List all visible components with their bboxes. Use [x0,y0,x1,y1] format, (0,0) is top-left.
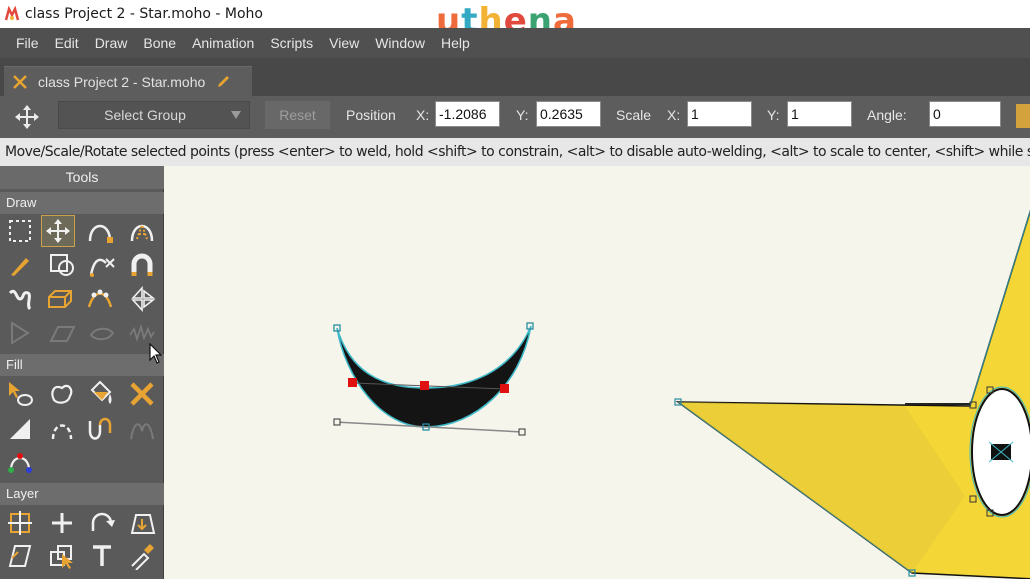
reset-button[interactable]: Reset [265,101,330,129]
perspective-h-icon[interactable] [45,317,79,349]
curve-exposure-icon[interactable] [125,413,159,445]
window-title: class Project 2 - Star.moho - Moho [25,6,263,22]
menu-draw[interactable]: Draw [87,35,136,51]
menu-file[interactable]: File [8,35,47,51]
layer-section-title: Layer [0,483,164,505]
document-tab[interactable]: class Project 2 - Star.moho [4,66,252,96]
pencil-icon [218,75,230,87]
shear-icon[interactable] [3,317,37,349]
select-points-icon[interactable] [3,215,37,247]
position-y-label: Y: [516,107,529,123]
angle-label: Angle: [867,107,907,123]
select-group-value: Select Group [104,107,186,123]
document-tab-label: class Project 2 - Star.moho [38,73,206,90]
move-arrows-icon [15,105,39,129]
menu-scripts[interactable]: Scripts [262,35,321,51]
tools-panel-title: Tools [0,166,164,189]
angle-field[interactable]: 0 [929,101,1001,127]
text-icon[interactable] [85,540,119,572]
translate-layer-icon[interactable] [3,507,37,539]
paint-bucket-icon[interactable] [83,378,117,410]
switch-layer-icon[interactable] [45,540,79,572]
menu-bone[interactable]: Bone [135,35,184,51]
curvature-icon[interactable] [125,215,159,247]
transform-points-icon[interactable] [41,215,75,247]
scale-x-label: X: [667,107,681,123]
canvas-artwork [333,196,1030,579]
scale-layer-icon[interactable] [45,507,79,539]
rotate-layer-icon[interactable] [85,507,119,539]
noise-icon[interactable] [125,283,159,315]
stroke-exposure-icon[interactable] [83,413,117,445]
scale-y-label: Y: [767,107,780,123]
position-x-label: X: [416,107,430,123]
fill-section-title: Fill [0,354,164,376]
scale-label: Scale [616,107,652,123]
perspective-icon[interactable] [43,283,77,315]
select-group-dropdown[interactable]: Select Group [58,101,250,129]
line-width-icon[interactable] [3,413,37,445]
position-x-field[interactable]: -1.2086 [435,101,500,127]
document-tab-bar: class Project 2 - Star.moho [0,58,1030,96]
menu-view[interactable]: View [321,35,367,51]
scale-x-field[interactable]: 1 [687,101,752,127]
bend-icon[interactable] [83,283,117,315]
position-y-field[interactable]: 0.2635 [536,101,601,127]
position-label: Position [346,107,396,123]
star-shape[interactable] [674,196,1030,579]
shear-layer-icon[interactable] [3,540,37,572]
eyedropper-icon[interactable] [125,540,159,572]
moho-app-icon [4,6,20,21]
tool-options-bar: Select Group Reset Position X: -1.2086 Y… [0,96,1030,138]
menu-animation[interactable]: Animation [184,35,262,51]
blob-brush-icon[interactable] [3,283,37,315]
mouse-cursor-icon [149,343,163,364]
hide-edge-icon[interactable] [45,413,79,445]
status-hint: Move/Scale/Rotate selected points (press… [0,138,1030,166]
menu-help[interactable]: Help [433,35,478,51]
close-icon[interactable] [11,73,29,91]
freehand-icon[interactable] [3,249,37,281]
draw-section-title: Draw [0,192,164,214]
tools-panel: Tools Draw Fill Layer [0,166,164,579]
mouth-shape[interactable] [333,322,534,436]
delete-shape-icon[interactable] [125,378,159,410]
scale-y-field[interactable]: 1 [787,101,852,127]
menu-window[interactable]: Window [367,35,433,51]
chevron-down-icon [231,111,241,119]
curve-profile-icon[interactable] [85,317,119,349]
menu-bar: File Edit Draw Bone Animation Scripts Vi… [0,28,1030,58]
create-shape-icon[interactable] [45,378,79,410]
draw-shape-icon[interactable] [45,249,79,281]
add-point-icon[interactable] [83,215,117,247]
menu-edit[interactable]: Edit [47,35,87,51]
star-eye[interactable] [969,386,1030,518]
more-options-button[interactable] [1016,104,1030,128]
color-points-icon[interactable] [3,446,37,478]
drawing-canvas[interactable] [165,166,1030,579]
moho-window: class Project 2 - Star.moho - Moho uthen… [0,0,1030,579]
select-shape-icon[interactable] [3,378,37,410]
set-origin-icon[interactable] [125,507,159,539]
magnet-icon[interactable] [125,249,159,281]
delete-edge-icon[interactable] [85,249,119,281]
